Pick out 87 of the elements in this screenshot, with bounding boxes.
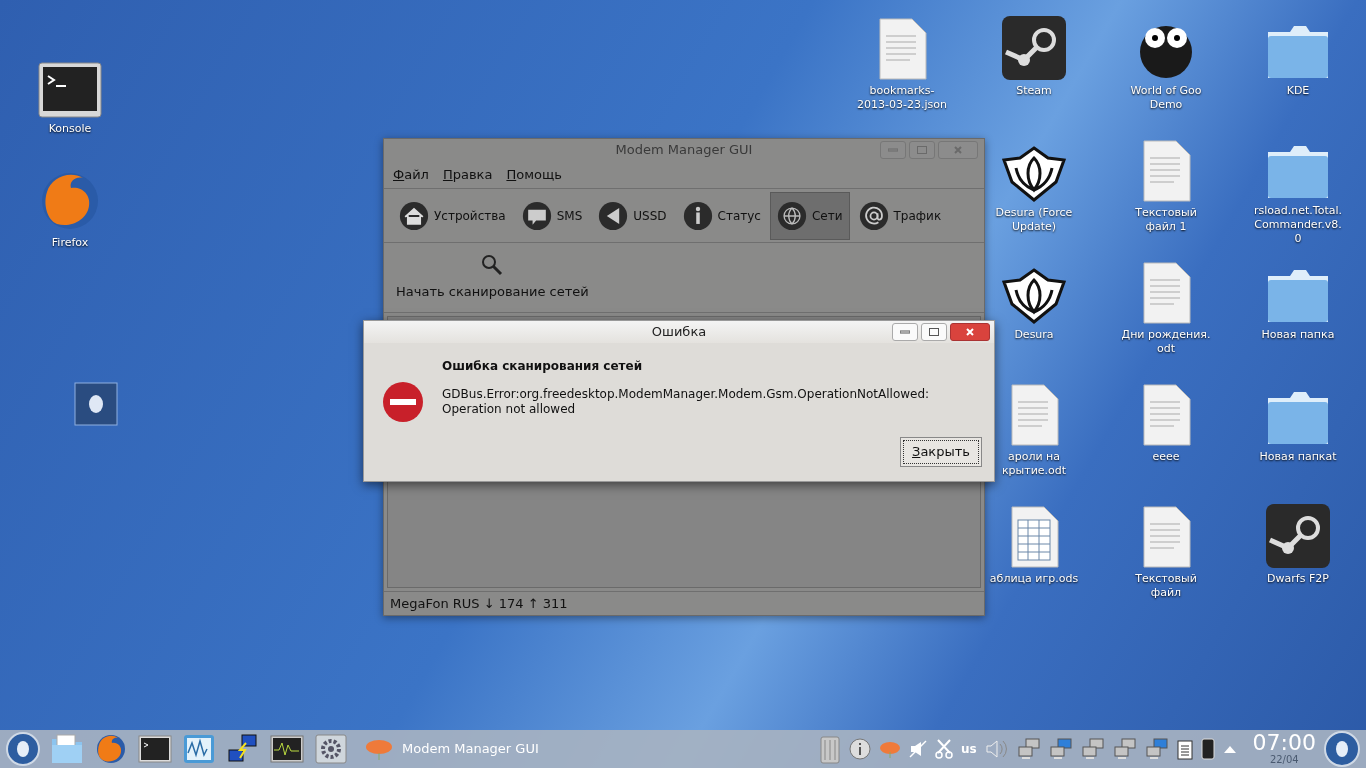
menu-item[interactable]: Файл	[393, 164, 429, 185]
desktop-icon-label[interactable]: Firefox	[51, 236, 89, 250]
muted-speaker-icon[interactable]	[908, 740, 927, 758]
toolbar-tab[interactable]: Статус	[675, 191, 768, 240]
flower-icon	[364, 738, 394, 760]
minimize-icon	[900, 330, 910, 334]
lotus-icon	[1002, 268, 1066, 324]
document-icon	[1140, 506, 1192, 568]
spreadsheet-icon	[1008, 506, 1060, 568]
app-icon	[74, 382, 118, 426]
file-manager-icon[interactable]	[50, 733, 84, 765]
status-text: MegaFon RUS ↓ 174 ↑ 311	[390, 594, 568, 613]
clock-date: 22/04	[1269, 754, 1299, 766]
trash-can-icon[interactable]	[818, 734, 841, 764]
maximize-icon	[929, 328, 939, 336]
desktop-icon-label[interactable]: Дни рождения. odt	[1120, 328, 1212, 356]
desktop-icon-label[interactable]: Desura	[1014, 328, 1054, 342]
system-monitor-icon[interactable]	[182, 733, 216, 765]
folder-icon	[1266, 268, 1330, 324]
toolbar-tab[interactable]: Устройства	[392, 191, 513, 240]
scissors-icon[interactable]	[934, 739, 953, 759]
maximize-button[interactable]	[921, 323, 947, 341]
network-computers-icon[interactable]	[1112, 738, 1137, 760]
up-arrow-icon[interactable]	[1222, 744, 1237, 754]
window-title: Modem Manager GUI	[615, 141, 753, 160]
globe-icon	[776, 200, 807, 231]
info-icon[interactable]	[848, 738, 871, 760]
close-icon	[954, 146, 962, 154]
maximize-icon	[917, 146, 927, 154]
document-icon	[1008, 384, 1060, 446]
speech-bubble-icon	[521, 200, 552, 231]
desktop-icon-label[interactable]: Konsole	[48, 122, 92, 136]
fox-globe-icon[interactable]	[94, 733, 128, 765]
error-heading: Ошибка сканирования сетей	[442, 358, 644, 375]
toolbar-tab[interactable]: SMS	[514, 191, 590, 240]
oscilloscope-icon[interactable]	[270, 733, 304, 765]
error-message: GDBus.Error:org.freedesktop.ModemManager.Modem.Gsm.OperationNotAllowed: Operation not allowed	[442, 387, 931, 417]
folder-icon	[1266, 24, 1330, 80]
search-icon	[481, 253, 504, 276]
scan-networks-button[interactable]: Начать сканирование сетей	[396, 253, 589, 302]
desktop-icon-label[interactable]: bookmarks-2013-03-23.json	[856, 84, 948, 112]
network-computers-icon[interactable]	[1080, 738, 1105, 760]
network-computers-icon[interactable]	[1048, 738, 1073, 760]
terminal-icon[interactable]	[138, 733, 172, 765]
document-icon	[1140, 262, 1192, 324]
desktop-icon-label[interactable]: Dwarfs F2P	[1267, 572, 1329, 586]
desktop-icon-label[interactable]: World of Goo Demo	[1120, 84, 1212, 112]
folder-icon	[1266, 144, 1330, 200]
network-computers-icon[interactable]	[1016, 738, 1041, 760]
close-icon	[966, 328, 974, 336]
desktop-icon-label[interactable]: eeee	[1152, 450, 1180, 464]
toolbar-tab[interactable]: USSD	[591, 191, 674, 240]
info-icon	[682, 200, 713, 231]
menu-item[interactable]: Помощь	[506, 164, 562, 185]
document-icon	[1140, 384, 1192, 446]
network-connection-icon[interactable]	[226, 733, 260, 765]
desktop-icon-label[interactable]: Текстовый файл	[1120, 572, 1212, 600]
phone-icon[interactable]	[1200, 738, 1215, 760]
house-icon	[399, 200, 429, 231]
folder-icon	[1266, 390, 1330, 446]
desktop-icon-label[interactable]: Steam	[1016, 84, 1052, 98]
desktop-icon-label[interactable]: KDE	[1286, 84, 1310, 98]
at-sign-icon	[858, 200, 889, 231]
clipboard-icon[interactable]	[1176, 738, 1193, 760]
desktop-icon-label[interactable]: Новая папкаt	[1259, 450, 1337, 464]
speaker-icon[interactable]	[984, 739, 1009, 759]
lotus-icon	[1002, 146, 1066, 202]
desktop-icon-label[interactable]: Новая папка	[1261, 328, 1335, 342]
toolbar-tab[interactable]: Трафик	[851, 191, 949, 240]
fox-globe-icon	[39, 170, 101, 232]
close-dialog-button[interactable]: Закрыть	[900, 437, 982, 467]
error-stop-icon	[382, 381, 424, 423]
terminal-icon	[38, 62, 102, 118]
document-icon	[876, 18, 928, 80]
close-button[interactable]	[950, 323, 990, 341]
orb-icon[interactable]	[1324, 731, 1360, 767]
desktop-icon-label[interactable]: аблица игр.ods	[989, 572, 1079, 586]
menu-item[interactable]: Правка	[442, 164, 493, 185]
desktop-icon-label[interactable]: Desura (Force Update)	[988, 206, 1080, 234]
dialog-title: Ошибка	[651, 323, 707, 342]
network-computers-icon[interactable]	[1144, 738, 1169, 760]
desktop-icon-label[interactable]: Текстовый файл 1	[1120, 206, 1212, 234]
toolbar-tab[interactable]: Сети	[769, 191, 850, 240]
desktop-icon-label[interactable]: rsload.net.Total. Commander.v8.0	[1252, 204, 1344, 246]
settings-icon[interactable]	[314, 733, 348, 765]
launcher-orb-icon[interactable]	[6, 732, 40, 766]
document-icon	[1140, 140, 1192, 202]
